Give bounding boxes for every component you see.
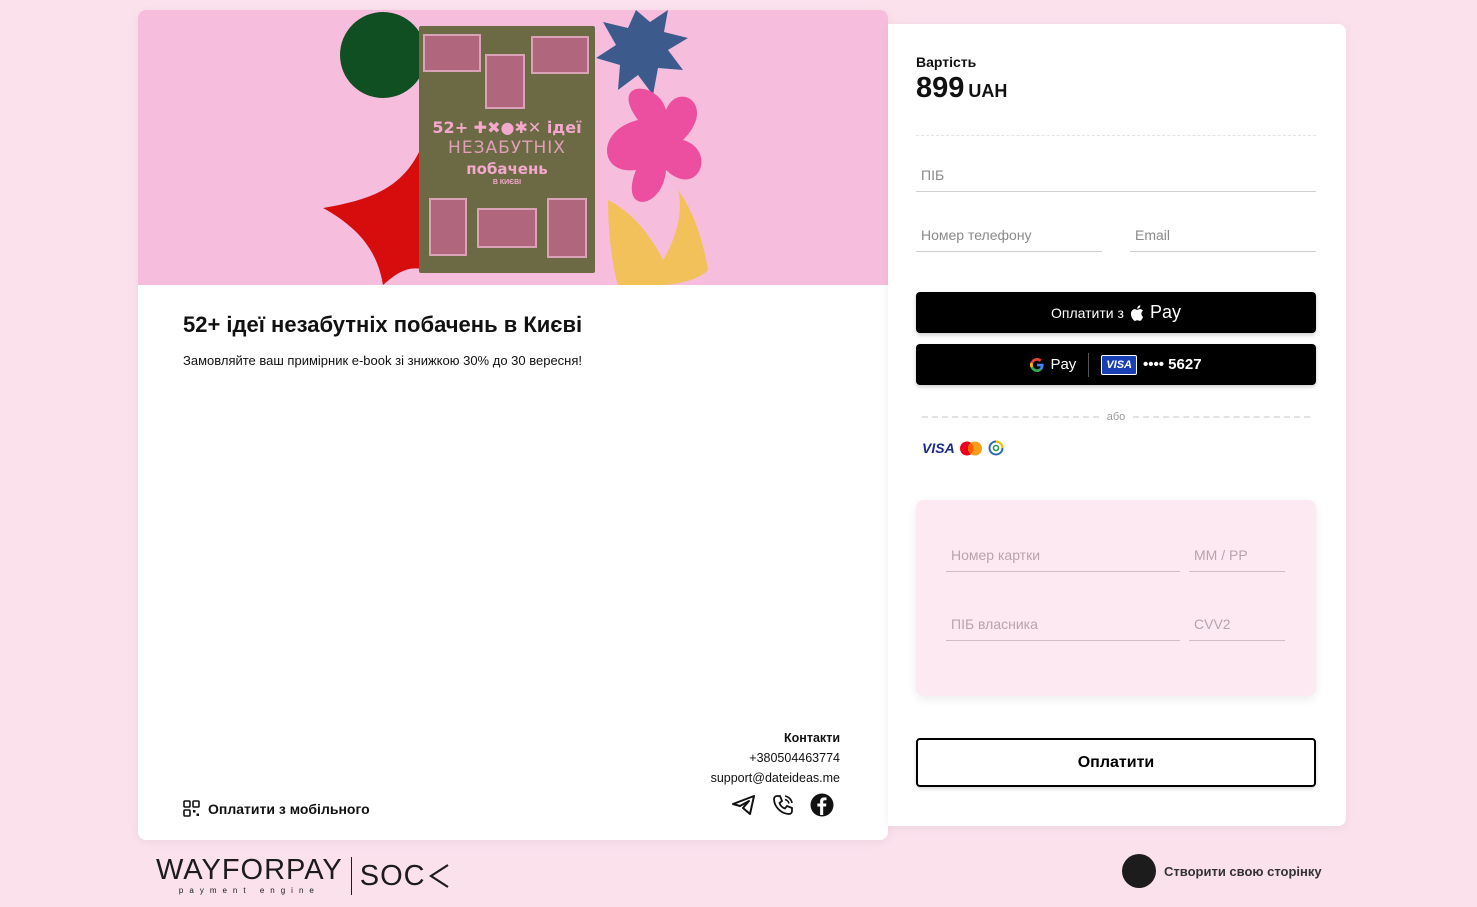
apple-logo-icon [1130,304,1144,321]
name-input[interactable] [916,158,1316,191]
apple-pay-prefix: Оплатити з [1051,304,1124,321]
ebook-cover-city: В КИЄВІ [492,179,522,186]
product-description: Замовляйте ваш примірник e-book зі знижк… [183,353,583,368]
create-page-link[interactable]: Створити свою сторінку [1122,854,1322,888]
soc-share-icon [428,863,449,888]
pay-button[interactable]: Оплатити [916,738,1316,787]
cvv-input[interactable] [1189,607,1285,640]
ebook-cover: 52+ ✚✖●✱✕ ідеї НЕЗАБУТНІХ побачень В КИЄ… [419,26,595,273]
wayforpay-logo-subtext: payment engine [178,886,320,895]
checkout-panel: Вартість 899 UAH Оплатити з Pay Pay VISA… [888,24,1346,826]
card-payment-form [916,500,1316,696]
prostir-logo-icon [988,440,1004,456]
ebook-cover-word: побачень [466,160,548,178]
telegram-icon[interactable] [732,793,756,817]
email-input[interactable] [1130,218,1316,251]
contacts-phone[interactable]: +380504463774 [711,748,840,768]
product-hero-image: 52+ ✚✖●✱✕ ідеї НЕЗАБУТНІХ побачень В КИЄ… [138,10,888,285]
product-card: 52+ ✚✖●✱✕ ідеї НЕЗАБУТНІХ побачень В КИЄ… [138,10,888,840]
pay-from-mobile-label: Оплатити з мобільного [208,800,370,817]
google-g-icon [1030,357,1045,372]
qr-code-icon [183,800,200,817]
or-label: або [1106,411,1126,423]
price-currency: UAH [968,81,1008,101]
price-divider [916,135,1316,136]
apple-pay-suffix: Pay [1149,302,1181,322]
product-title: 52+ ідеї незабутніх побачень в Києві [183,312,583,337]
wayforpay-logo[interactable]: WAYFORPAY payment engine [156,854,343,896]
card-number-field [946,538,1180,572]
phone-input[interactable] [916,218,1102,251]
ebook-cover-subtitle: НЕЗАБУТНІХ [448,138,566,158]
create-page-label: Створити свою сторінку [1164,863,1322,879]
pay-from-mobile-button[interactable]: Оплатити з мобільного [183,800,370,817]
create-page-avatar [1122,854,1156,888]
social-links [732,793,834,817]
contacts-email[interactable]: support@dateideas.me [711,768,840,788]
accepted-cards: VISA [922,439,1005,457]
saved-card-number: •••• 5627 [1143,356,1202,373]
contacts-heading: Контакти [784,731,840,745]
logo-separator [350,856,352,895]
expiry-input[interactable] [1189,538,1285,571]
price-amount: 899 [916,72,965,104]
soc-logo[interactable]: SOC [359,859,450,892]
expiry-field [1189,538,1285,572]
google-pay-separator [1088,352,1090,377]
facebook-icon[interactable] [810,793,834,817]
price-label: Вартість [916,54,977,70]
or-divider: або [922,410,1311,424]
contacts-block: Контакти +380504463774 support@dateideas… [711,728,840,788]
phone-icon[interactable] [771,793,795,817]
apple-pay-button[interactable]: Оплатити з Pay [916,292,1316,333]
google-pay-label: Pay [1050,356,1077,373]
ebook-cover-title: 52+ ✚✖●✱✕ ідеї [432,118,582,137]
google-pay-button[interactable]: Pay VISA •••• 5627 [916,344,1316,385]
card-number-input[interactable] [946,538,1180,571]
footer-brand-logos: WAYFORPAY payment engine SOC [156,856,450,895]
visa-logo-icon: VISA [922,440,955,456]
cvv-field [1189,607,1285,641]
price: 899 UAH [916,72,1007,105]
mastercard-logo-icon [959,441,982,455]
name-field [916,158,1316,192]
soc-logo-text: SOC [359,859,426,892]
card-holder-field [946,607,1180,641]
email-field [1130,218,1316,252]
wayforpay-logo-text: WAYFORPAY [156,854,343,886]
card-holder-input[interactable] [946,607,1180,640]
visa-card-icon: VISA [1101,354,1137,375]
phone-field [916,218,1102,252]
